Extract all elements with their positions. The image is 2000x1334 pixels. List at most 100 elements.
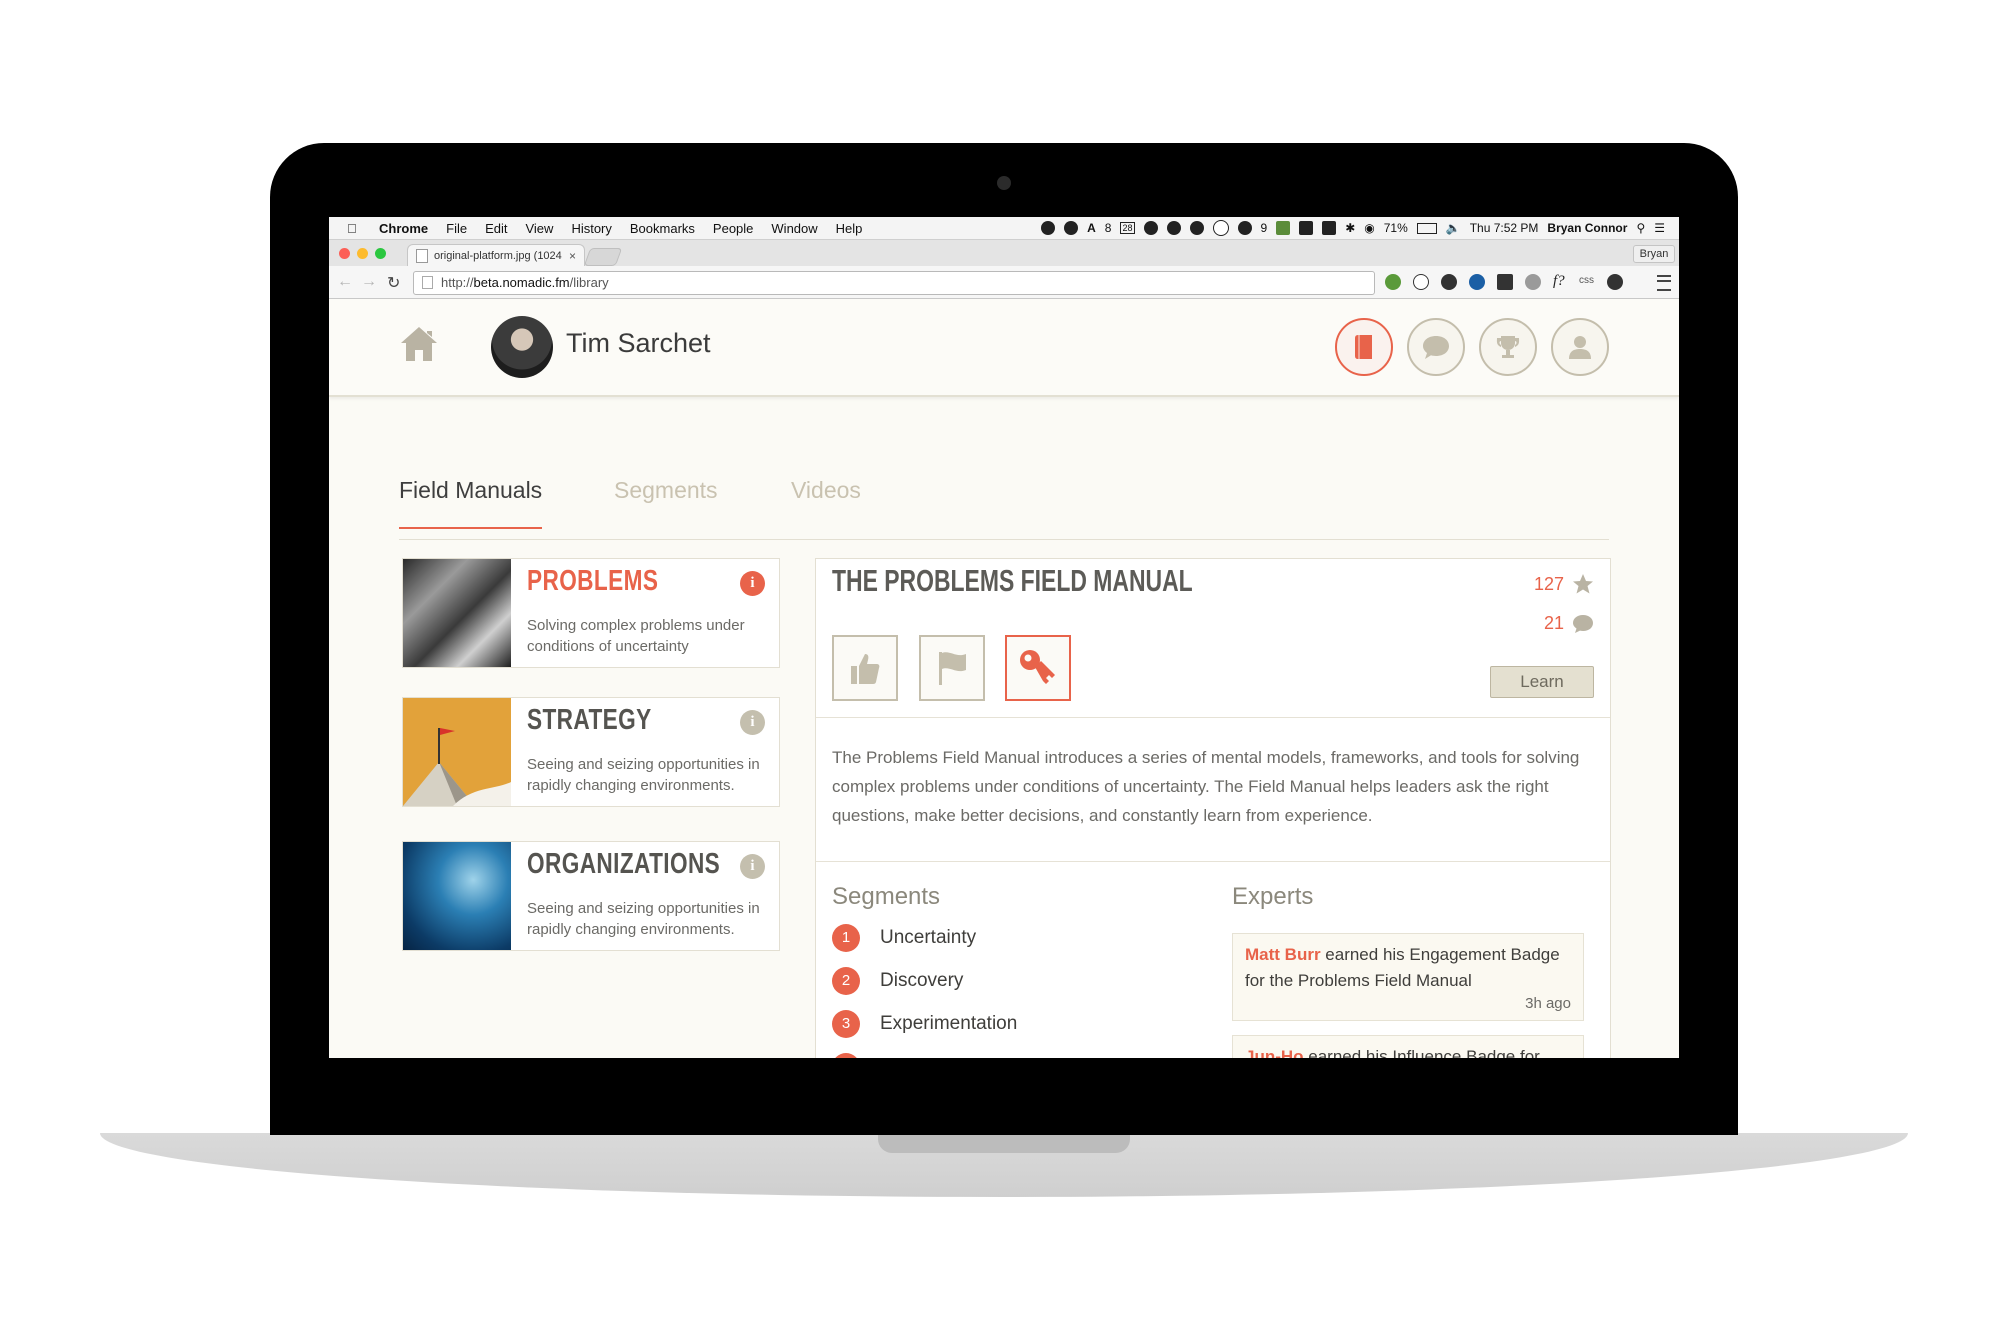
chrome-menu-icon[interactable] [1657, 275, 1671, 291]
profile-button[interactable] [1551, 318, 1609, 376]
sync-extension-icon[interactable] [1441, 274, 1457, 290]
segment-item[interactable]: 3 Experimentation [832, 1009, 1017, 1039]
buffer-icon[interactable] [1299, 221, 1314, 235]
segment-number: 1 [832, 924, 860, 952]
menu-history[interactable]: History [571, 221, 611, 236]
home-icon[interactable] [399, 325, 439, 368]
manual-title: ORGANIZATIONS [527, 848, 721, 880]
menu-edit[interactable]: Edit [485, 221, 507, 236]
calendar-icon[interactable]: 28 [1120, 222, 1135, 234]
comments-count[interactable]: 21 [1544, 613, 1594, 634]
chat-bubble-icon [1423, 336, 1449, 359]
reload-icon[interactable]: ↻ [387, 273, 400, 293]
menu-bookmarks[interactable]: Bookmarks [630, 221, 695, 236]
library-button[interactable] [1335, 318, 1393, 376]
manual-card-problems[interactable]: PROBLEMS i Solving complex problems unde… [402, 558, 780, 668]
cloud-icon[interactable] [1237, 221, 1252, 235]
segment-number [832, 1053, 860, 1058]
comments-value: 21 [1543, 613, 1564, 633]
info-icon[interactable]: i [740, 710, 765, 735]
hat-icon[interactable] [1189, 221, 1204, 235]
buffer-extension-icon[interactable] [1497, 274, 1513, 290]
expert-name[interactable]: Jun-Ho [1245, 1047, 1304, 1058]
manual-title: STRATEGY [527, 704, 652, 736]
color-picker-extension-icon[interactable] [1607, 274, 1623, 290]
expert-activity-item[interactable]: Matt Burr earned his Engagement Badge fo… [1232, 933, 1584, 1021]
segment-item-partial[interactable] [832, 1052, 880, 1058]
notification-bell-icon[interactable] [1064, 221, 1079, 235]
library-tabs: Field Manuals Segments Videos [399, 477, 1609, 540]
clock[interactable]: Thu 7:52 PM [1470, 221, 1539, 235]
check-icon[interactable] [1143, 221, 1158, 235]
spotlight-icon[interactable]: ⚲ [1636, 221, 1645, 235]
avatar[interactable] [491, 316, 553, 378]
manual-description: Seeing and seizing opportunities in rapi… [527, 900, 760, 938]
notification-center-icon[interactable]: ☰ [1654, 221, 1665, 235]
manual-description: Seeing and seizing opportunities in rapi… [527, 756, 760, 794]
expert-activity-item[interactable]: Jun-Ho earned his Influence Badge for [1232, 1035, 1584, 1058]
address-bar[interactable]: http://beta.nomadic.fm/library [413, 271, 1375, 295]
expert-activity-text: earned his Influence Badge for [1303, 1047, 1540, 1058]
css-extension-icon[interactable]: css [1579, 275, 1594, 286]
dropbox-icon[interactable] [1322, 221, 1337, 235]
screen:  Chrome File Edit View History Bookmark… [329, 217, 1679, 1058]
manual-description: The Problems Field Manual introduces a s… [832, 748, 1580, 825]
menu-help[interactable]: Help [836, 221, 863, 236]
learn-button[interactable]: Learn [1490, 666, 1594, 698]
flag-badge[interactable] [919, 635, 985, 701]
user-menu[interactable]: Bryan Connor [1547, 221, 1627, 235]
close-tab-icon[interactable]: × [569, 249, 576, 263]
cloud-badge: 9 [1260, 221, 1268, 235]
forward-icon[interactable]: → [361, 273, 377, 291]
menu-view[interactable]: View [525, 221, 553, 236]
segment-item[interactable]: 2 Discovery [832, 966, 963, 996]
minus-circle-icon[interactable] [1212, 220, 1229, 236]
segment-item[interactable]: 1 Uncertainty [832, 923, 976, 953]
key-badge[interactable] [1005, 635, 1071, 701]
zoom-window-button[interactable] [375, 248, 386, 259]
profile-button[interactable]: Bryan [1633, 245, 1675, 263]
browser-tab[interactable]: original-platform.jpg (1024 × [407, 244, 585, 267]
achievements-button[interactable] [1479, 318, 1537, 376]
info-icon[interactable]: i [740, 571, 765, 596]
detail-title: THE PROBLEMS FIELD MANUAL [832, 563, 1193, 598]
fontface-extension-icon[interactable]: f? [1553, 273, 1565, 290]
bluetooth-icon[interactable]: ✱ [1345, 221, 1355, 235]
tab-field-manuals[interactable]: Field Manuals [399, 477, 543, 529]
adobe-badge: 8 [1104, 221, 1112, 235]
page-icon [422, 276, 433, 289]
evernote-icon[interactable] [1276, 221, 1291, 235]
manual-card-strategy[interactable]: STRATEGY i Seeing and seizing opportunit… [402, 697, 780, 807]
menu-window[interactable]: Window [771, 221, 817, 236]
apple-icon[interactable]:  [347, 221, 361, 236]
volume-icon[interactable]: 🔈 [1446, 221, 1461, 235]
segment-label: Uncertainty [880, 927, 977, 948]
adobe-icon[interactable]: A [1087, 221, 1096, 235]
evernote-extension-icon[interactable] [1385, 274, 1401, 290]
vimeo-extension-icon[interactable] [1469, 274, 1485, 290]
trophy-icon [1496, 336, 1520, 358]
manual-card-organizations[interactable]: ORGANIZATIONS i Seeing and seizing oppor… [402, 841, 780, 951]
menu-people[interactable]: People [713, 221, 753, 236]
ghostery-extension-icon[interactable] [1525, 274, 1541, 290]
new-tab-button[interactable] [583, 248, 623, 266]
hipchat-icon[interactable] [1041, 221, 1056, 235]
tab-videos[interactable]: Videos [791, 477, 861, 504]
battery-icon[interactable] [1416, 222, 1437, 234]
back-icon[interactable]: ← [337, 273, 353, 291]
info-icon[interactable]: i [740, 854, 765, 879]
expert-name[interactable]: Matt Burr [1245, 945, 1321, 964]
url-host: beta.nomadic.fm [473, 275, 570, 290]
messages-button[interactable] [1407, 318, 1465, 376]
user-name[interactable]: Tim Sarchet [566, 328, 711, 359]
menu-file[interactable]: File [446, 221, 467, 236]
1password-icon[interactable] [1166, 221, 1181, 235]
minimize-window-button[interactable] [357, 248, 368, 259]
stars-count[interactable]: 127 [1534, 573, 1594, 595]
wifi-icon[interactable]: ◉ [1364, 221, 1374, 235]
close-window-button[interactable] [339, 248, 350, 259]
like-badge[interactable] [832, 635, 898, 701]
menu-app-chrome[interactable]: Chrome [379, 221, 428, 236]
tab-segments[interactable]: Segments [614, 477, 718, 504]
info-extension-icon[interactable] [1413, 274, 1429, 290]
